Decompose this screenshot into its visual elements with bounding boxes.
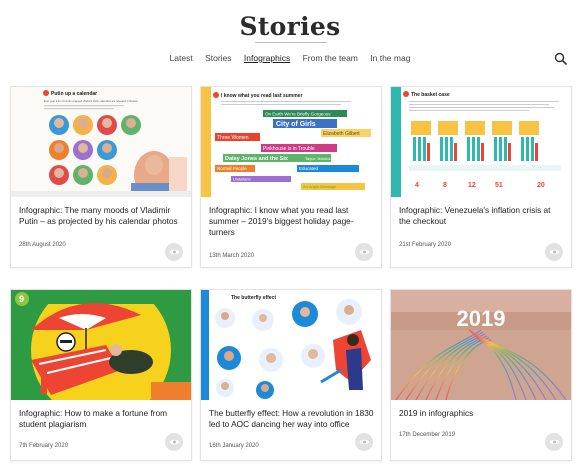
plagiarism-infographic-thumbnail[interactable]: 9	[11, 290, 191, 400]
section-nav: Latest Stories Infographics From the tea…	[0, 53, 580, 63]
thumb-number: 12	[468, 182, 476, 189]
thumb-book-title: Pinkhouse is in Trouble	[263, 146, 315, 152]
eye-icon[interactable]	[545, 243, 563, 261]
thumb-year: 2019	[457, 306, 506, 331]
card-title[interactable]: Infographic: I know what you read last s…	[209, 205, 374, 238]
thumb-number: 20	[537, 182, 545, 189]
nav-latest[interactable]: Latest	[170, 53, 193, 63]
card-date: 16th January 2020	[209, 443, 259, 449]
thumb-book-title: Normal People	[217, 166, 247, 171]
venezuela-infographic-thumbnail[interactable]: The basket case 4 8 12 51 20	[391, 87, 571, 197]
card-date: 17th December 2019	[399, 432, 456, 438]
card-date: 28th August 2020	[19, 242, 66, 248]
thumb-book-title: Educated	[299, 166, 319, 171]
article-card[interactable]: I know what you read last summer On Eart…	[200, 86, 382, 268]
card-title[interactable]: Infographic: The many moods of Vladimir …	[19, 205, 184, 227]
books-infographic-thumbnail[interactable]: I know what you read last summer On Eart…	[201, 87, 381, 197]
thumb-book-title: An Anglo Marriage	[303, 184, 337, 189]
eye-icon[interactable]	[545, 433, 563, 451]
thumb-book-author: Elizabeth Gilbert	[323, 131, 360, 137]
putin-infographic-thumbnail[interactable]: Putin up a calendar Ever year a lot of t…	[11, 87, 191, 197]
2019-infographics-thumbnail[interactable]: 2019	[391, 290, 571, 400]
nav-from-the-team[interactable]: From the team	[303, 53, 358, 63]
article-card[interactable]: The basket case 4 8 12 51 20 Infographic…	[390, 86, 572, 268]
eye-icon[interactable]	[355, 243, 373, 261]
card-title[interactable]: Infographic: How to make a fortune from …	[19, 408, 184, 430]
title-underline	[255, 42, 327, 43]
thumb-heading: The butterfly effect	[231, 295, 276, 301]
thumb-badge: 9	[19, 294, 24, 304]
butterfly-infographic-thumbnail[interactable]: The butterfly effect	[201, 290, 381, 400]
thumb-number: 8	[443, 182, 447, 189]
thumb-heading: I know what you read last summer	[221, 93, 302, 99]
article-card[interactable]: 9 Infographic: How to make a fortune fro…	[10, 289, 192, 461]
thumb-book-title: City of Girls	[276, 121, 316, 128]
card-date: 7th February 2020	[19, 443, 69, 449]
article-card[interactable]: The butterfly effect The butterfly effec…	[200, 289, 382, 461]
article-card[interactable]: Putin up a calendar Ever year a lot of t…	[10, 86, 192, 268]
card-title[interactable]: 2019 in infographics	[399, 408, 564, 419]
search-icon[interactable]	[554, 52, 568, 66]
eye-icon[interactable]	[165, 433, 183, 451]
article-card[interactable]: 2019 2019 in infographics 17th December …	[390, 289, 572, 461]
thumb-book-title: Daisy Jones and the Six	[225, 156, 289, 162]
site-title[interactable]: Stories	[0, 12, 580, 41]
eye-icon[interactable]	[165, 243, 183, 261]
thumb-book-author: Taylor Jenkins Reid	[305, 156, 340, 161]
thumb-number: 4	[415, 182, 419, 189]
card-title[interactable]: The butterfly effect: How a revolution i…	[209, 408, 374, 430]
nav-in-the-mag[interactable]: In the mag	[370, 53, 410, 63]
nav-infographics[interactable]: Infographics	[244, 53, 290, 63]
nav-stories[interactable]: Stories	[205, 53, 231, 63]
thumb-number: 51	[495, 182, 503, 189]
thumb-book-title: Three Women	[217, 135, 249, 141]
card-date: 21st February 2020	[399, 242, 452, 248]
thumb-heading: Putin up a calendar	[51, 91, 97, 97]
thumb-book-title: On Earth We're Briefly Gorgeous	[265, 112, 331, 117]
thumb-caption: Ever year a lot of trends wrapped Vladim…	[44, 99, 138, 103]
thumb-heading: The basket case	[411, 92, 450, 98]
thumb-book-title: Underland	[233, 178, 251, 182]
card-date: 13th March 2020	[209, 253, 255, 259]
eye-icon[interactable]	[355, 433, 373, 451]
card-title[interactable]: Infographic: Venezuela's inflation crisi…	[399, 205, 564, 227]
